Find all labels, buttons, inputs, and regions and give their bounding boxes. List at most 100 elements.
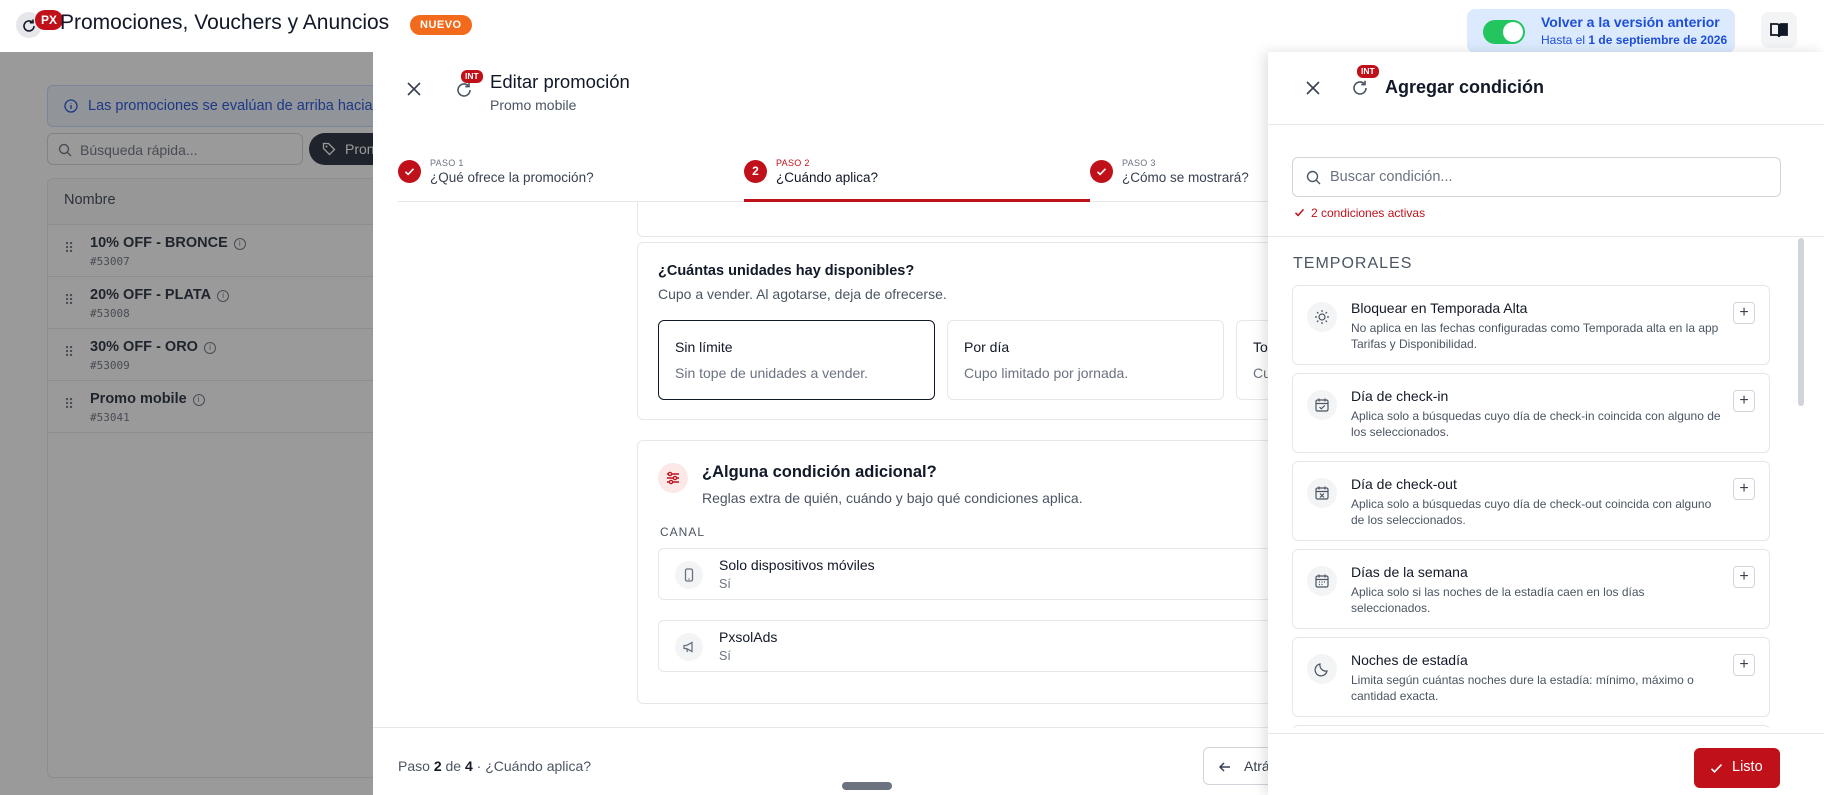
condition-desc: No aplica en las fechas configuradas com…	[1351, 321, 1719, 351]
option-title: Por día	[964, 339, 1010, 355]
px-badge: PX	[35, 10, 63, 30]
done-button[interactable]: Listo	[1694, 748, 1780, 788]
step-label: PASO 3	[1122, 158, 1156, 168]
step-counter: Paso 2 de 4 · ¿Cuándo aplica?	[398, 758, 591, 774]
add-condition-button[interactable]: +	[1733, 390, 1755, 412]
edit-promotion-drawer: INT Editar promoción Promo mobile PASO 1…	[373, 52, 1268, 795]
add-condition-button[interactable]: +	[1733, 566, 1755, 588]
check-icon	[1710, 764, 1723, 773]
condition-desc: Aplica solo a búsquedas cuyo día de chec…	[1351, 409, 1721, 439]
condition-search-input[interactable]: Buscar condición...	[1292, 157, 1781, 197]
drawer-subtitle: Promo mobile	[490, 97, 577, 113]
int-badge: INT	[1357, 65, 1379, 78]
conditions-card: ¿Alguna condición adicional? Reglas extr…	[637, 440, 1268, 704]
condition-item-high-season[interactable]: Bloquear en Temporada Alta No aplica en …	[1292, 285, 1770, 365]
moon-icon	[1307, 654, 1337, 684]
condition-item-nights[interactable]: Noches de estadía Limita según cuántas n…	[1292, 637, 1770, 717]
step-current: 2	[433, 758, 442, 774]
done-button-label: Listo	[1732, 759, 1763, 775]
condition-name: Día de check-out	[1351, 476, 1457, 492]
condition-list: Bloquear en Temporada Alta No aplica en …	[1292, 285, 1770, 728]
option-title: Sin límite	[675, 339, 733, 355]
back-button-label: Atrá	[1244, 758, 1268, 774]
book-icon	[1770, 23, 1788, 38]
calendar-icon	[1307, 566, 1337, 596]
units-option-unlimited[interactable]: Sin límite Sin tope de unidades a vender…	[658, 320, 935, 400]
units-subtitle: Cupo a vender. Al agotarse, deja de ofre…	[658, 286, 947, 302]
smartphone-icon	[675, 561, 703, 589]
active-conditions-note: 2 condiciones activas	[1294, 206, 1425, 220]
condition-name: Día de check-in	[1351, 388, 1449, 404]
units-option-per-day[interactable]: Por día Cupo limitado por jornada.	[947, 320, 1224, 400]
close-icon[interactable]	[405, 80, 423, 98]
section-title: TEMPORALES	[1293, 255, 1413, 272]
refresh-icon[interactable]	[455, 81, 473, 99]
option-desc: Sin tope de unidades a vender.	[675, 365, 869, 381]
header-divider	[1268, 124, 1824, 125]
active-conditions-count: 2 condiciones activas	[1311, 206, 1426, 220]
check-icon	[1096, 168, 1107, 176]
back-button[interactable]: Atrá	[1203, 747, 1268, 785]
condition-desc: Aplica solo si las noches de la estadía …	[1351, 585, 1645, 615]
condition-item-checkout-day[interactable]: Día de check-out Aplica solo a búsquedas…	[1292, 461, 1770, 541]
add-condition-button[interactable]: +	[1733, 478, 1755, 500]
units-option-total[interactable]: To Cu	[1236, 320, 1268, 400]
version-sub-date: 1 de septiembre de 2026	[1588, 33, 1728, 47]
units-card: ¿Cuántas unidades hay disponibles? Cupo …	[637, 242, 1268, 420]
condition-item-next[interactable]	[1292, 725, 1770, 728]
step-label: PASO 1	[430, 158, 464, 168]
search-divider	[1268, 236, 1824, 237]
search-icon	[1306, 170, 1321, 185]
step-prefix: Paso	[398, 758, 430, 774]
help-book-button[interactable]	[1761, 12, 1797, 48]
condition-row-pxsolads[interactable]: PxsolAds Sí	[658, 620, 1268, 672]
new-badge: NUEVO	[410, 15, 472, 35]
condition-name: Solo dispositivos móviles	[719, 557, 875, 573]
megaphone-icon	[675, 633, 703, 661]
add-condition-button[interactable]: +	[1733, 654, 1755, 676]
step-number-badge: 2	[744, 160, 767, 183]
step-title: ¿Qué ofrece la promoción?	[430, 170, 594, 185]
canal-section-label: CANAL	[660, 525, 706, 539]
step-done-badge	[398, 160, 421, 183]
condition-desc: Aplica solo a búsquedas cuyo día de chec…	[1351, 497, 1712, 527]
version-switch-box[interactable]: Volver a la versión anterior Hasta el 1 …	[1467, 9, 1735, 53]
condition-value: Sí	[719, 577, 731, 591]
step-of: de	[445, 758, 462, 774]
option-desc: Cu	[1253, 365, 1268, 381]
step-title: ¿Cómo se mostrará?	[1122, 170, 1249, 185]
conditions-title: ¿Alguna condición adicional?	[702, 463, 937, 481]
stepper: PASO 1 ¿Qué ofrece la promoción? 2 PASO …	[398, 154, 1268, 202]
drawer-title: Editar promoción	[490, 71, 630, 92]
step-total: 4	[464, 758, 473, 774]
condition-name: Noches de estadía	[1351, 652, 1468, 668]
version-toggle-title: Volver a la versión anterior	[1541, 14, 1720, 30]
close-icon[interactable]	[1304, 79, 1322, 97]
sliders-icon	[658, 463, 688, 493]
arrow-left-icon	[1218, 762, 1230, 772]
check-icon	[1294, 208, 1305, 217]
step-name: · ¿Cuándo aplica?	[476, 758, 592, 774]
condition-desc: Limita según cuántas noches dure la esta…	[1351, 673, 1694, 703]
step-done-badge	[1090, 160, 1113, 183]
toggle-knob	[1503, 22, 1523, 42]
version-toggle[interactable]	[1483, 20, 1525, 44]
calendar-x-icon	[1307, 478, 1337, 508]
previous-card	[637, 202, 1268, 237]
top-bar: PX Promociones, Vouchers y Anuncios NUEV…	[0, 0, 1824, 53]
list-scrollbar[interactable]	[1798, 238, 1804, 406]
resize-handle[interactable]	[842, 782, 892, 790]
add-condition-panel: INT Agregar condición Buscar condición..…	[1268, 52, 1824, 795]
app-title: Promociones, Vouchers y Anuncios	[60, 11, 390, 34]
version-sub-prefix: Hasta el	[1541, 33, 1586, 47]
condition-name: Bloquear en Temporada Alta	[1351, 300, 1528, 316]
condition-value: Sí	[719, 649, 731, 663]
condition-row-mobile[interactable]: Solo dispositivos móviles Sí	[658, 548, 1268, 600]
condition-item-weekdays[interactable]: Días de la semana Aplica solo si las noc…	[1292, 549, 1770, 629]
add-condition-button[interactable]: +	[1733, 302, 1755, 324]
condition-name: Días de la semana	[1351, 564, 1468, 580]
refresh-icon[interactable]	[1351, 79, 1369, 97]
condition-item-checkin-day[interactable]: Día de check-in Aplica solo a búsquedas …	[1292, 373, 1770, 453]
condition-name: PxsolAds	[719, 629, 778, 645]
int-badge: INT	[461, 70, 483, 83]
